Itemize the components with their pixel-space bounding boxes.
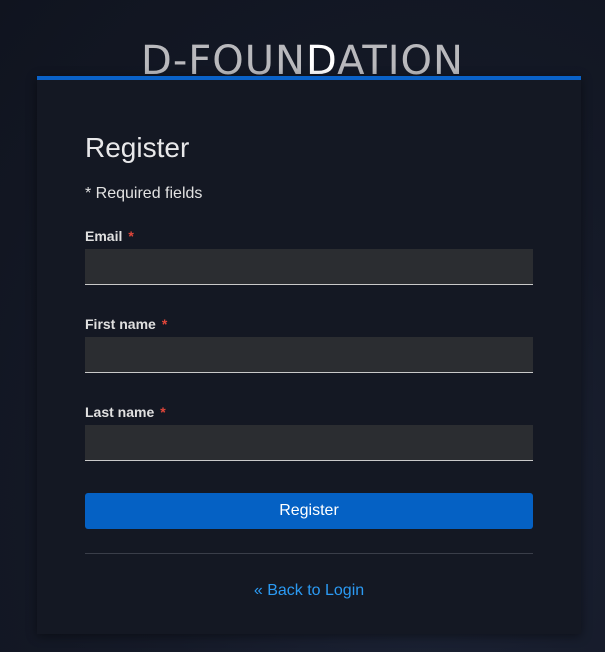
- last-name-label-text: Last name: [85, 404, 155, 420]
- last-name-label: Last name *: [85, 404, 166, 420]
- required-star: *: [161, 316, 168, 332]
- logo-text-2: D: [305, 40, 338, 78]
- logo-text-3: ATION: [337, 40, 464, 78]
- first-name-field[interactable]: [85, 337, 533, 373]
- first-name-label-text: First name: [85, 316, 156, 332]
- divider: [85, 553, 533, 554]
- brand-logo: D-FOUNDATION: [0, 40, 605, 78]
- email-label-text: Email: [85, 228, 123, 244]
- logo-text-1: D-FOUN: [141, 40, 306, 78]
- required-star: *: [128, 228, 134, 244]
- email-label: Email *: [85, 228, 134, 244]
- required-star: *: [160, 404, 166, 420]
- back-to-login-link[interactable]: « Back to Login: [85, 582, 533, 600]
- first-name-label: First name *: [85, 316, 167, 332]
- register-button[interactable]: Register: [85, 493, 533, 529]
- required-fields-note: * Required fields: [85, 185, 203, 202]
- page-title: Register: [85, 132, 190, 163]
- last-name-field[interactable]: [85, 425, 533, 461]
- email-field[interactable]: [85, 249, 533, 285]
- register-card: Register * Required fields Email * First …: [37, 76, 581, 634]
